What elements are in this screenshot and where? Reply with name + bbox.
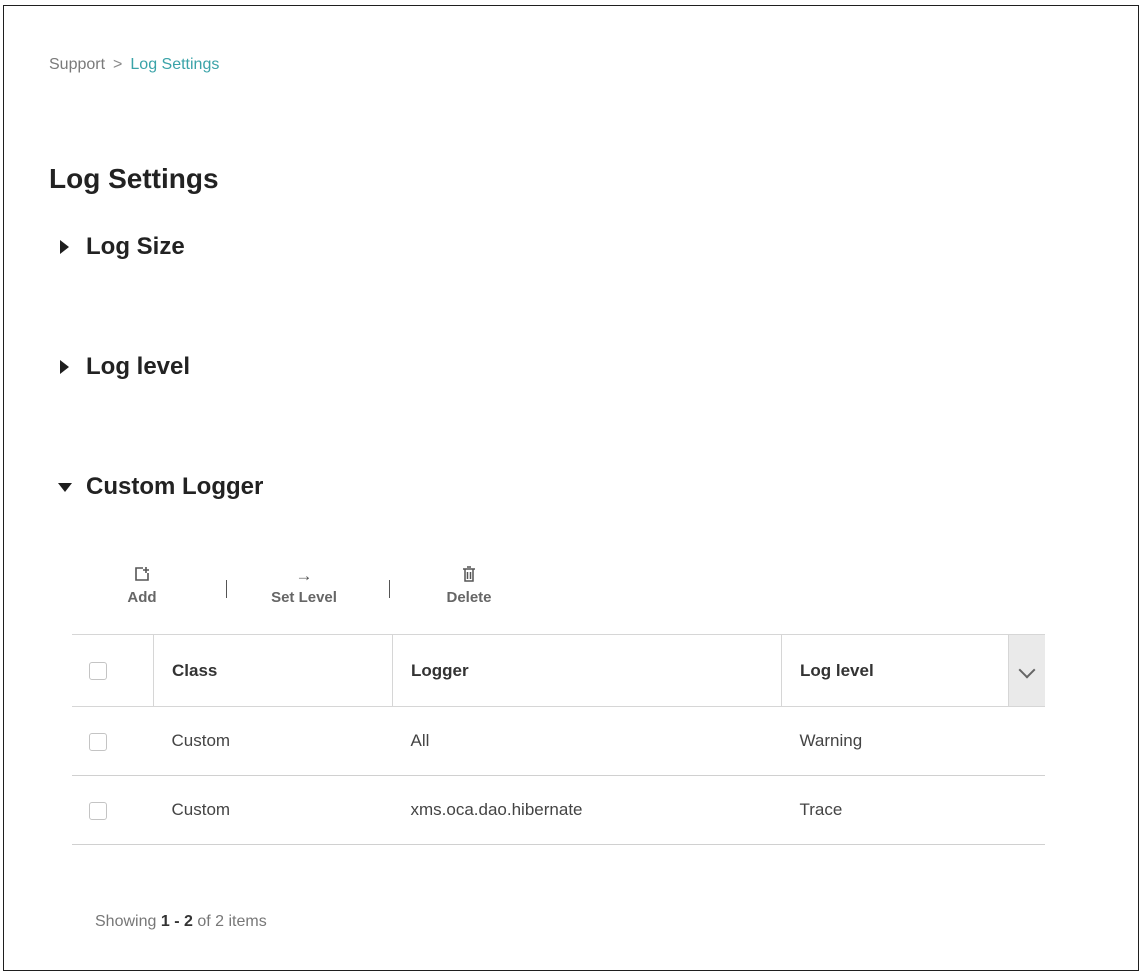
delete-button[interactable]: Delete — [434, 566, 504, 606]
cell-class: Custom — [153, 775, 393, 845]
summary-suffix: items — [228, 913, 267, 930]
trash-icon — [434, 566, 504, 586]
cell-logger: xms.oca.dao.hibernate — [392, 775, 782, 845]
header-checkbox-cell — [72, 634, 154, 707]
delete-label: Delete — [446, 589, 492, 606]
column-header-logger[interactable]: Logger — [392, 634, 782, 707]
breadcrumb-support[interactable]: Support — [49, 56, 105, 73]
section-log-level[interactable]: Log level — [56, 353, 190, 381]
add-label: Add — [127, 589, 157, 606]
add-icon — [117, 566, 167, 586]
section-log-level-label: Log level — [86, 353, 191, 380]
section-log-size-label: Log Size — [86, 233, 185, 260]
summary-total: 2 — [215, 913, 225, 930]
cell-log-level: Trace — [781, 775, 1009, 845]
summary-of: of — [197, 913, 211, 930]
pagination-summary: Showing 1 - 2 of 2 items — [95, 913, 267, 931]
section-log-size[interactable]: Log Size — [56, 233, 185, 261]
page-title: Log Settings — [49, 163, 219, 194]
toolbar-divider — [226, 580, 227, 598]
collapse-triangle-icon — [56, 477, 76, 497]
toolbar-divider — [389, 580, 390, 598]
section-custom-logger[interactable]: Custom Logger — [56, 473, 263, 501]
column-header-class[interactable]: Class — [153, 634, 393, 707]
summary-end: 2 — [183, 913, 193, 930]
row-checkbox[interactable] — [89, 732, 107, 751]
column-menu-button[interactable] — [1008, 634, 1045, 707]
cell-logger: All — [392, 706, 782, 776]
breadcrumb-log-settings[interactable]: Log Settings — [130, 56, 219, 73]
row-checkbox[interactable] — [89, 801, 107, 820]
add-button[interactable]: Add — [117, 566, 167, 606]
summary-start: 1 — [160, 913, 170, 930]
breadcrumb: Support > Log Settings — [49, 56, 219, 74]
cell-log-level: Warning — [781, 706, 1009, 776]
expand-triangle-icon — [56, 357, 76, 377]
set-level-label: Set Level — [271, 589, 337, 606]
expand-triangle-icon — [56, 237, 76, 257]
chevron-down-icon — [1018, 661, 1036, 678]
page-frame: Support > Log Settings Log Settings Log Si… — [3, 5, 1139, 971]
breadcrumb-separator: > — [113, 56, 123, 73]
table-header-row: Class Logger Log level — [72, 634, 1045, 707]
set-level-button[interactable]: → Set Level — [259, 566, 349, 606]
section-custom-logger-label: Custom Logger — [86, 473, 264, 500]
column-header-log-level[interactable]: Log level — [781, 634, 1009, 707]
select-all-checkbox[interactable] — [89, 662, 107, 681]
summary-prefix: Showing — [95, 913, 157, 930]
summary-dash: - — [174, 913, 180, 930]
arrow-right-icon: → — [295, 566, 313, 585]
table-row[interactable]: Custom All Warning — [72, 706, 1045, 776]
custom-logger-table: Class Logger Log level Custom All Warnin… — [72, 634, 1045, 845]
table-row[interactable]: Custom xms.oca.dao.hibernate Trace — [72, 775, 1045, 845]
cell-class: Custom — [153, 706, 393, 776]
